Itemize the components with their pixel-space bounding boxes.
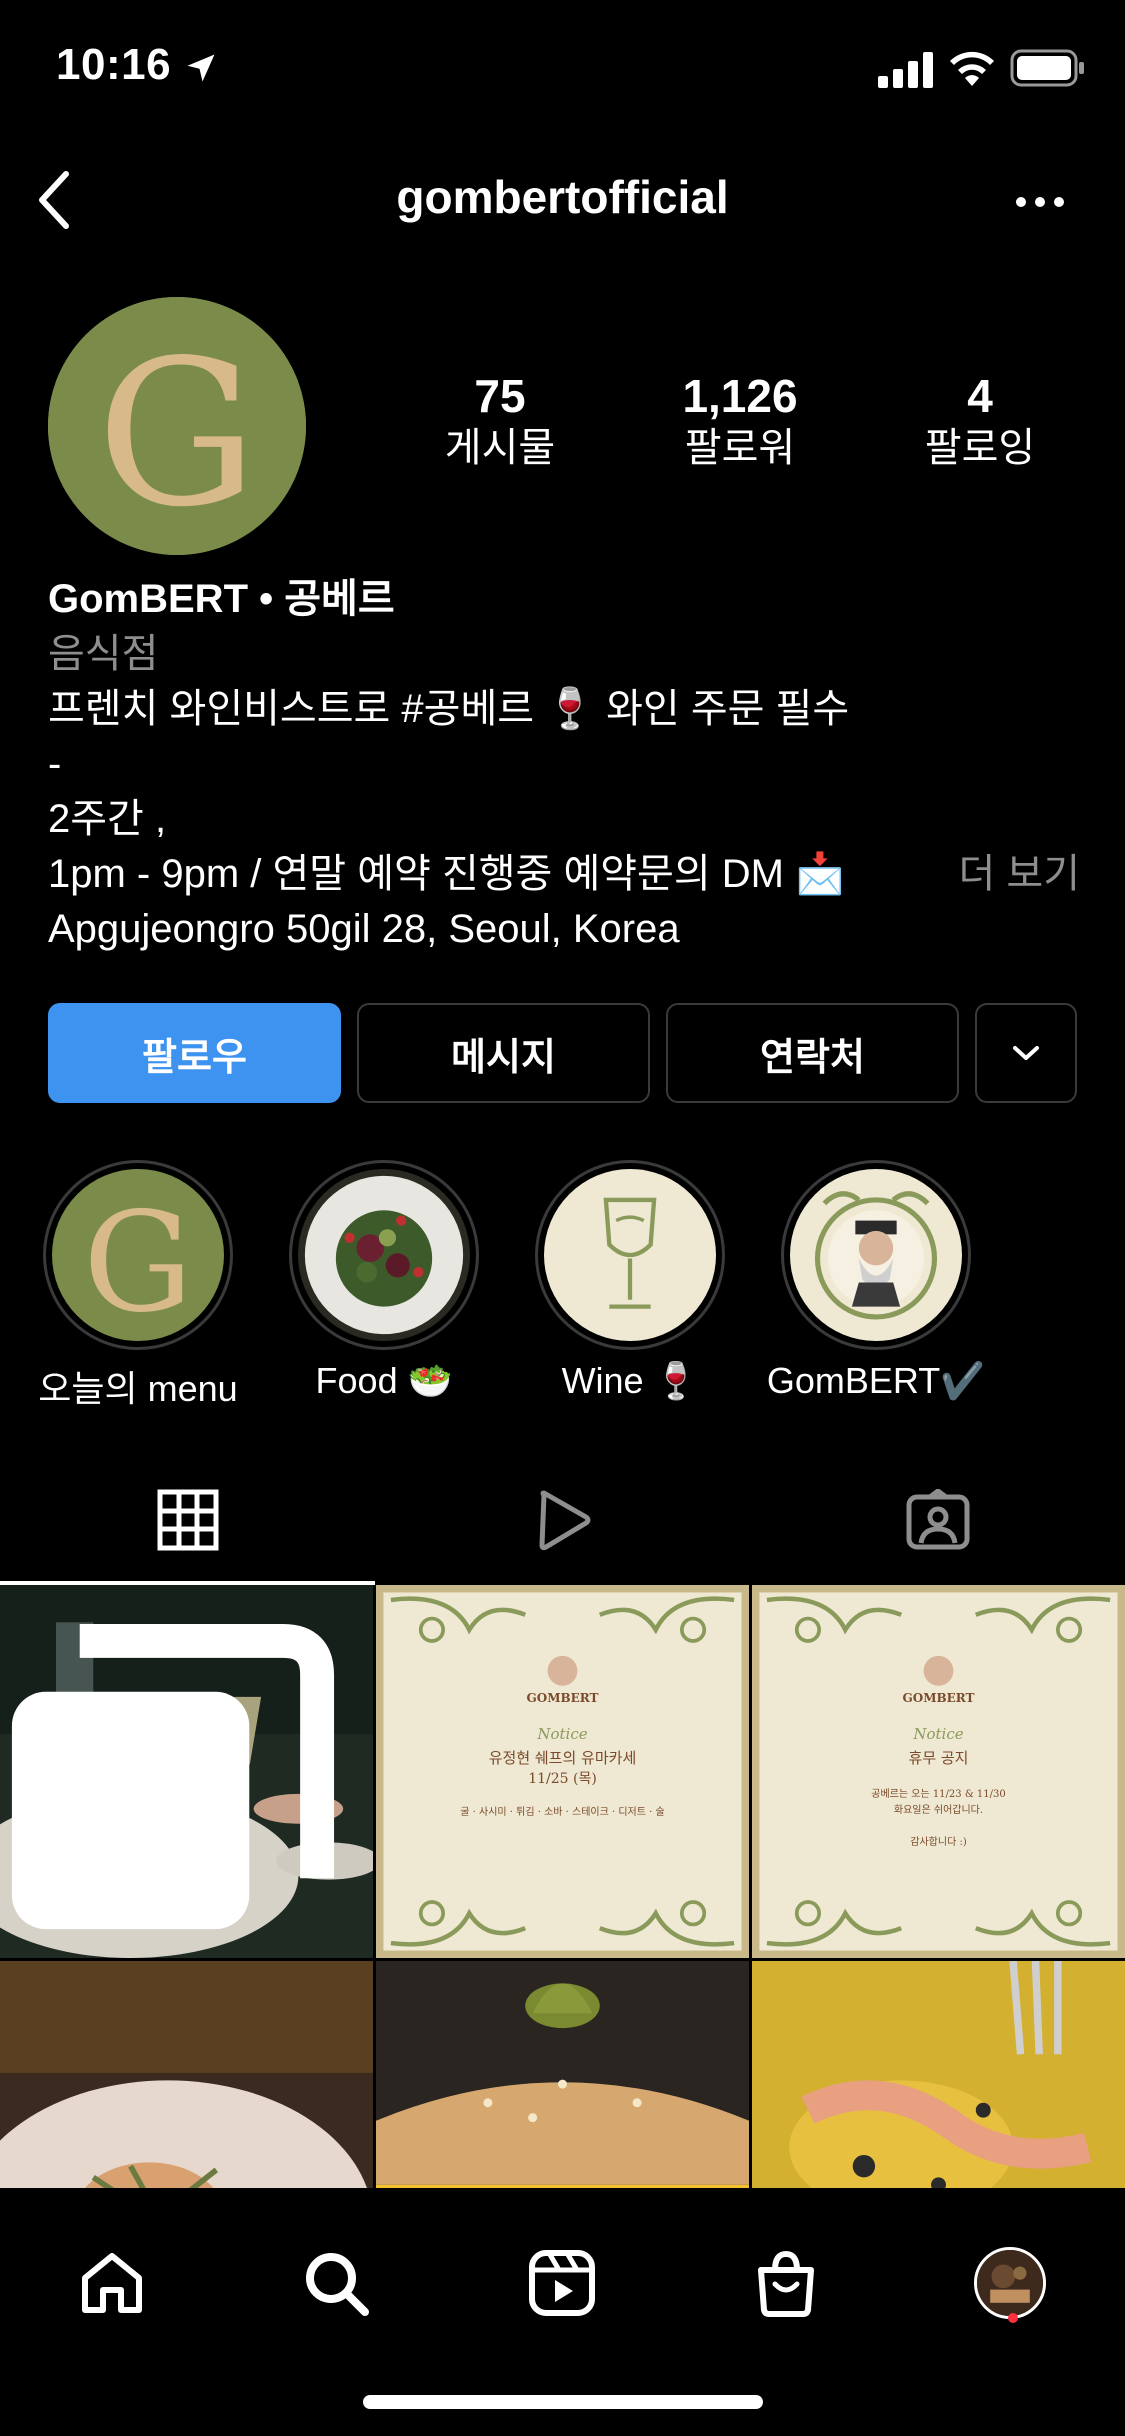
stat-followers-label: 팔로워 [684, 425, 796, 470]
stat-following-count: 4 [967, 370, 993, 422]
svg-text:G: G [97, 317, 258, 551]
highlight-wine[interactable]: Wine 🍷 [535, 1160, 725, 1401]
bio-line: 프렌치 와인비스트로 #공베르 🍷 와인 주문 필수 [48, 687, 850, 731]
reels-icon [529, 2250, 595, 2316]
notification-dot [1008, 2313, 1018, 2323]
g-logo-icon: G [52, 1169, 224, 1341]
stat-following[interactable]: 4 팔로잉 [860, 370, 1100, 480]
shopping-bag-icon [758, 2250, 814, 2317]
posts-grid: GOMBERT Notice 유정현 쉐프의 유마카세 11/25 (목) 굴 … [0, 1585, 1125, 2188]
bio-line: - [48, 742, 62, 786]
contact-button[interactable]: 연락처 [666, 1003, 959, 1103]
home-indicator [363, 2395, 763, 2409]
nav-home[interactable] [57, 2228, 167, 2338]
status-bar: 10:16 [0, 0, 1125, 140]
highlight-gombert[interactable]: GomBERT✔️ [767, 1160, 985, 1401]
battery-icon [1010, 49, 1084, 87]
profile-bio: GomBERT • 공베르 음식점 프렌치 와인비스트로 #공베르 🍷 와인 주… [48, 572, 1088, 957]
g-logo-icon: G [48, 297, 306, 555]
notice-date: 11/25 (목) [528, 1771, 597, 1787]
wifi-icon [950, 51, 994, 86]
suggested-accounts-button[interactable] [975, 1003, 1077, 1103]
message-button[interactable]: 메시지 [357, 1003, 650, 1103]
highlight-food[interactable]: Food 🥗 [289, 1160, 479, 1401]
username-title: gombertofficial [396, 171, 729, 223]
tab-grid[interactable] [0, 1455, 375, 1585]
see-more-link[interactable]: 더 보기 [958, 847, 1080, 902]
notice-menu: 굴 · 사시미 · 튀김 · 소바 · 스테이크 · 디저트 · 술 [460, 1807, 665, 1818]
tab-reels[interactable] [375, 1455, 750, 1585]
nav-shop[interactable] [731, 2228, 841, 2338]
nav-search[interactable] [281, 2228, 391, 2338]
post-tile-notice-omakase[interactable]: GOMBERT Notice 유정현 쉐프의 유마카세 11/25 (목) 굴 … [376, 1585, 749, 1958]
profile-avatar-small [974, 2247, 1046, 2319]
nav-reels[interactable] [507, 2228, 617, 2338]
stat-following-label: 팔로잉 [924, 425, 1036, 470]
status-time: 10:16 [56, 40, 172, 89]
svg-text:G: G [83, 1183, 193, 1341]
chevron-down-icon [1013, 1046, 1039, 1060]
profile-avatar[interactable]: G [48, 297, 306, 555]
post-tile-seafood[interactable] [752, 1961, 1125, 2188]
bio-line: 2주간 , [48, 797, 167, 841]
follow-button[interactable]: 팔로우 [48, 1003, 341, 1103]
notice-frame [752, 1585, 1125, 1958]
grid-icon [157, 1489, 218, 1551]
multiple-posts-icon [11, 1623, 335, 1930]
search-icon [306, 2253, 369, 2316]
profile-category[interactable]: 음식점 [48, 627, 1088, 682]
notice-brand: GOMBERT [526, 1691, 599, 1705]
highlight-menu[interactable]: G 오늘의 menu [38, 1160, 238, 1409]
post-tile-burger[interactable] [376, 1961, 749, 2188]
food-plate-icon [298, 1169, 470, 1341]
cellular-signal-icon [878, 52, 933, 88]
notice-brand: GOMBERT [902, 1691, 975, 1705]
notice-body: 화요일은 쉬어갑니다. [893, 1805, 984, 1816]
bio-address[interactable]: Apgujeongro 50gil 28, Seoul, Korea [48, 902, 1088, 957]
ellipsis-icon [1016, 197, 1064, 207]
play-icon [539, 1490, 590, 1551]
notice-script: Notice [913, 1725, 964, 1743]
notice-body: 공베르는 오는 11/23 & 11/30 [871, 1789, 1006, 1800]
profile-tabs [0, 1455, 1125, 1585]
post-tile-oyster[interactable] [0, 1585, 373, 1958]
profile-stats: 75 게시물 1,126 팔로워 4 팔로잉 [380, 370, 1100, 480]
burger-photo [376, 1961, 749, 2188]
profile-name: GomBERT • 공베르 [48, 577, 395, 621]
salad-photo [0, 1961, 373, 2188]
notice-title: 유정현 쉐프의 유마카세 [488, 1749, 637, 1767]
location-arrow-icon [187, 54, 215, 82]
more-options-button[interactable] [1002, 174, 1078, 230]
post-tile-notice-closure[interactable]: GOMBERT Notice 휴무 공지 공베르는 오는 11/23 & 11/… [752, 1585, 1125, 1958]
stat-followers[interactable]: 1,126 팔로워 [620, 370, 860, 480]
post-tile-salad[interactable] [0, 1961, 373, 2188]
stat-posts-count: 75 [474, 370, 526, 422]
stat-posts-label: 게시물 [444, 425, 556, 470]
seafood-photo [752, 1961, 1125, 2188]
tab-tagged[interactable] [750, 1455, 1125, 1585]
highlight-label: GomBERT✔️ [766, 1360, 986, 1401]
notice-script: Notice [537, 1725, 588, 1743]
stat-followers-count: 1,126 [682, 370, 798, 422]
notice-thanks: 감사합니다 :) [910, 1837, 967, 1848]
home-icon [82, 2253, 142, 2313]
portrait-emblem-icon [790, 1169, 962, 1341]
wine-glass-icon [544, 1169, 716, 1341]
stat-posts[interactable]: 75 게시물 [380, 370, 620, 480]
notice-title: 휴무 공지 [908, 1749, 969, 1767]
bio-line: 1pm - 9pm / 연말 예약 진행중 예약문의 DM 📩 [48, 852, 845, 896]
profile-header: gombertofficial [0, 140, 1125, 260]
tagged-person-icon [906, 1489, 969, 1550]
